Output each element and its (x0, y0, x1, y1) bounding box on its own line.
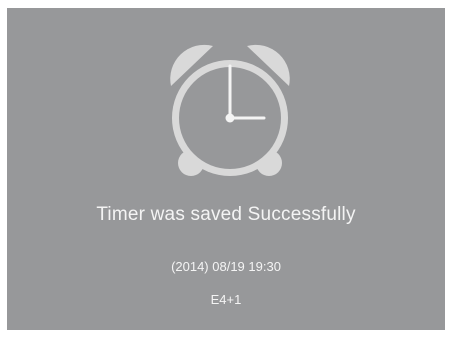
success-message: Timer was saved Successfully (96, 204, 356, 225)
timer-saved-dialog: Timer was saved Successfully (2014) 08/1… (7, 8, 445, 330)
timer-channel: E4+1 (210, 292, 242, 307)
alarm-clock-icon (170, 44, 290, 176)
timer-datetime: (2014) 08/19 19:30 (171, 259, 281, 274)
